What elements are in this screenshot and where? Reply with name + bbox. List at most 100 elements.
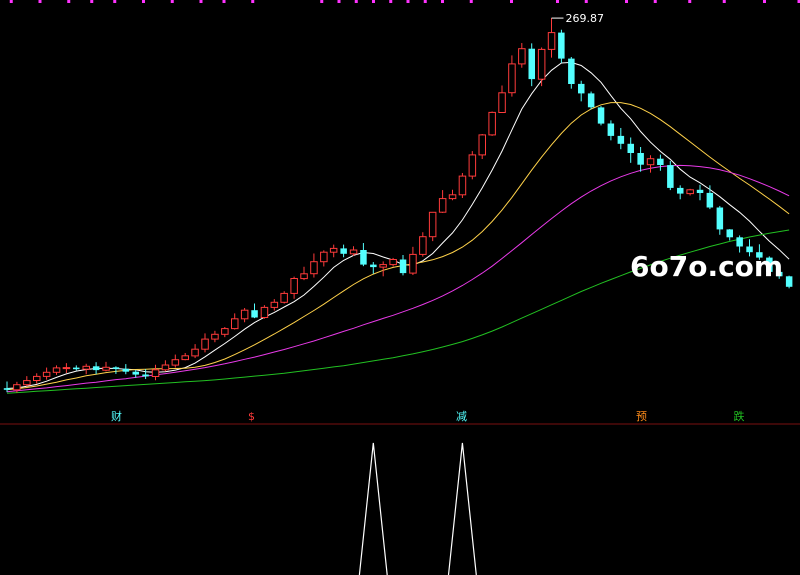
candle-body [142,374,149,377]
candle-body [290,278,298,294]
candle [112,366,120,374]
candle [33,373,41,384]
candle-body [181,355,189,361]
candle [518,43,526,68]
candle-body [468,154,477,177]
peak-annotation: 269.87 [551,12,604,25]
candle [122,364,130,375]
candle [508,55,516,97]
candle-body [102,366,110,371]
candle [478,133,486,160]
top-marker [584,0,588,3]
candle [409,246,417,276]
candle [686,188,694,196]
candle-body [528,48,535,80]
candle-body [23,380,31,386]
candle-body [62,367,71,370]
candle-body [428,211,437,238]
candle [677,185,684,200]
candle-body [310,261,318,275]
candle-body [498,92,506,114]
candle [151,364,160,381]
top-marker [625,0,628,3]
top-marker [9,0,13,3]
candle [92,362,100,375]
candle [290,276,298,299]
candle-body [33,375,41,381]
top-marker [170,0,174,3]
candle-body [578,83,585,94]
top-marker [763,0,766,3]
candle [627,137,634,163]
candle-body [251,310,258,318]
candle-body [627,143,634,153]
candle-body [667,165,674,188]
candle-body [42,371,51,377]
candle [498,85,506,114]
candle-body [736,237,743,247]
candle-body [13,384,21,391]
candle-body [300,273,308,280]
candle [181,352,189,361]
candle [597,106,605,126]
candle-body [478,134,486,156]
candle-body [419,236,427,255]
top-marker [251,0,255,3]
candle-body [637,153,644,165]
candle-body [617,135,625,144]
candle-body [82,365,90,370]
candle-body [151,369,160,377]
candle-body [370,264,377,268]
candle [488,111,496,136]
candle-body [122,368,130,372]
candle [221,327,229,338]
candle [578,80,585,102]
top-marker [653,0,657,3]
candle-body [3,388,11,390]
candle [617,127,625,150]
ma10-line [6,102,790,391]
candle-body [677,187,684,194]
candlestick-series [3,17,793,393]
candle-body [320,251,328,263]
candle-body [211,333,219,340]
candle-body [657,158,664,165]
candle [201,333,209,353]
candle [667,160,674,191]
event-label: $ [248,410,255,423]
candle-body [568,58,575,84]
candle [448,189,457,201]
candle [142,369,149,379]
event-label-row: 财 $ 减 预 跌 [111,409,745,423]
event-label: 跌 [734,409,745,423]
top-marker [510,0,513,3]
top-marker [406,0,410,3]
candle-body [399,259,407,274]
top-marker [441,0,444,3]
candle [587,91,595,110]
stock-chart: 269.87 财 $ 减 预 跌 6o7o.com [0,0,800,575]
candle [211,330,219,343]
candle-body [518,48,526,65]
candle [637,146,644,172]
candle [528,43,535,87]
candle [320,250,328,267]
candle-body [558,32,565,59]
candle [251,303,258,319]
candle [568,56,575,89]
candle-body [488,111,496,136]
candle-body [597,107,605,124]
candle-body [726,229,733,238]
candle [73,365,80,371]
candle [468,151,477,180]
top-marker [423,0,427,3]
candle [340,244,347,258]
candle-body [379,264,387,268]
candle [3,381,11,393]
candle-body [587,93,595,108]
candle [785,275,793,289]
candle-body [537,48,546,80]
top-marker [337,0,341,3]
event-label: 减 [456,410,467,423]
top-marker [38,0,42,3]
